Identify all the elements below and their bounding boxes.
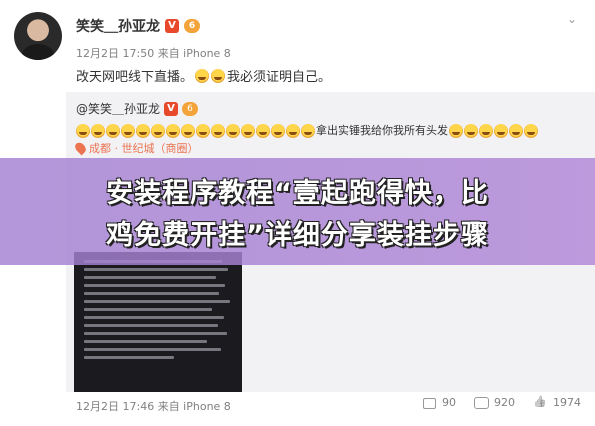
screenshot-text-line — [84, 292, 219, 295]
laugh-emoji-icon — [464, 124, 478, 138]
screenshot-text-line — [84, 332, 227, 335]
laugh-emoji-icon — [524, 124, 538, 138]
repost-author-name[interactable]: @笑笑＿孙亚龙 — [76, 100, 160, 117]
repost-count: 90 — [442, 396, 456, 409]
laugh-emoji-icon — [301, 124, 315, 138]
laugh-emoji-icon — [494, 124, 508, 138]
avatar[interactable] — [14, 12, 62, 60]
laugh-emoji-icon — [91, 124, 105, 138]
laugh-emoji-icon — [136, 124, 150, 138]
level-badge-icon: 6 — [184, 19, 200, 33]
screenshot-text-line — [84, 324, 218, 327]
screenshot-text-line — [84, 276, 216, 279]
laugh-emoji-icon — [181, 124, 195, 138]
screenshot-text-line — [84, 284, 225, 287]
comment-button[interactable]: 920 — [474, 396, 515, 409]
repost-icon — [422, 397, 436, 409]
laugh-emoji-icon — [256, 124, 270, 138]
author-name[interactable]: 笑笑＿孙亚龙 — [76, 16, 160, 36]
post-meta: 12月2日 17:50 来自 iPhone 8 — [76, 47, 231, 60]
laugh-emoji-icon — [195, 68, 210, 83]
like-icon — [533, 397, 547, 409]
post-text: 改天网吧线下直播。 我必须证明自己。 — [76, 66, 331, 85]
laugh-emoji-icon — [196, 124, 210, 138]
laugh-emoji-icon — [106, 124, 120, 138]
comment-icon — [474, 396, 489, 409]
post-text-main: 改天网吧线下直播。 — [76, 70, 194, 85]
screenshot-text-line — [84, 316, 224, 319]
location-label: 成都 · 世纪城（商圈） — [89, 142, 199, 155]
banner-title-line-1: 安装程序教程“壹起跑得快，比 — [106, 178, 489, 209]
level-badge-icon: 6 — [182, 101, 199, 116]
laugh-emoji-icon — [211, 124, 225, 138]
chevron-down-icon[interactable]: ⌄ — [565, 12, 579, 26]
repost-author: @笑笑＿孙亚龙 V 6 — [76, 100, 199, 117]
screenshot-image[interactable] — [74, 252, 242, 392]
post-text-after: 我必须证明自己。 — [227, 70, 332, 85]
laugh-emoji-icon — [211, 68, 226, 83]
repost-button[interactable]: 90 — [422, 396, 456, 409]
screenshot-text-lines — [84, 260, 234, 364]
laugh-emoji-icon — [76, 124, 90, 138]
laugh-emoji-icon — [151, 124, 165, 138]
verified-v-icon: V — [165, 19, 179, 33]
action-bar: 90 920 1974 — [422, 396, 581, 409]
verified-v-icon: V — [164, 101, 179, 116]
screenshot-text-line — [84, 308, 212, 311]
laugh-emoji-icon — [121, 124, 135, 138]
laugh-emoji-icon — [166, 124, 180, 138]
laugh-emoji-icon — [449, 124, 463, 138]
laugh-emoji-icon — [479, 124, 493, 138]
like-button[interactable]: 1974 — [533, 396, 581, 409]
repost-text: 拿出实锤我给你我所有头发 — [76, 122, 576, 140]
title-overlay-banner: 安装程序教程“壹起跑得快，比 鸡免费开挂”详细分享装挂步骤 — [0, 158, 595, 265]
laugh-emoji-icon — [286, 124, 300, 138]
screenshot-text-line — [84, 340, 207, 343]
weibo-post: 笑笑＿孙亚龙 V 6 ⌄ 12月2日 17:50 来自 iPhone 8 改天网… — [0, 0, 595, 426]
banner-title-line-2: 鸡免费开挂”详细分享装挂步骤 — [106, 220, 489, 251]
screenshot-text-line — [84, 300, 230, 303]
post-author: 笑笑＿孙亚龙 V 6 — [76, 16, 200, 36]
location-pin-icon — [73, 140, 88, 156]
screenshot-text-line — [84, 348, 221, 351]
screenshot-text-line — [84, 356, 174, 359]
laugh-emoji-icon — [241, 124, 255, 138]
location-tag[interactable]: 成都 · 世纪城（商圈） — [73, 140, 199, 156]
laugh-emoji-icon — [271, 124, 285, 138]
like-count: 1974 — [553, 396, 581, 409]
laugh-emoji-icon — [509, 124, 523, 138]
laugh-emoji-icon — [226, 124, 240, 138]
repost-meta: 12月2日 17:46 来自 iPhone 8 — [76, 400, 231, 413]
screenshot-text-line — [84, 268, 228, 271]
repost-text-main: 拿出实锤我给你我所有头发 — [316, 124, 448, 137]
comment-count: 920 — [494, 396, 515, 409]
